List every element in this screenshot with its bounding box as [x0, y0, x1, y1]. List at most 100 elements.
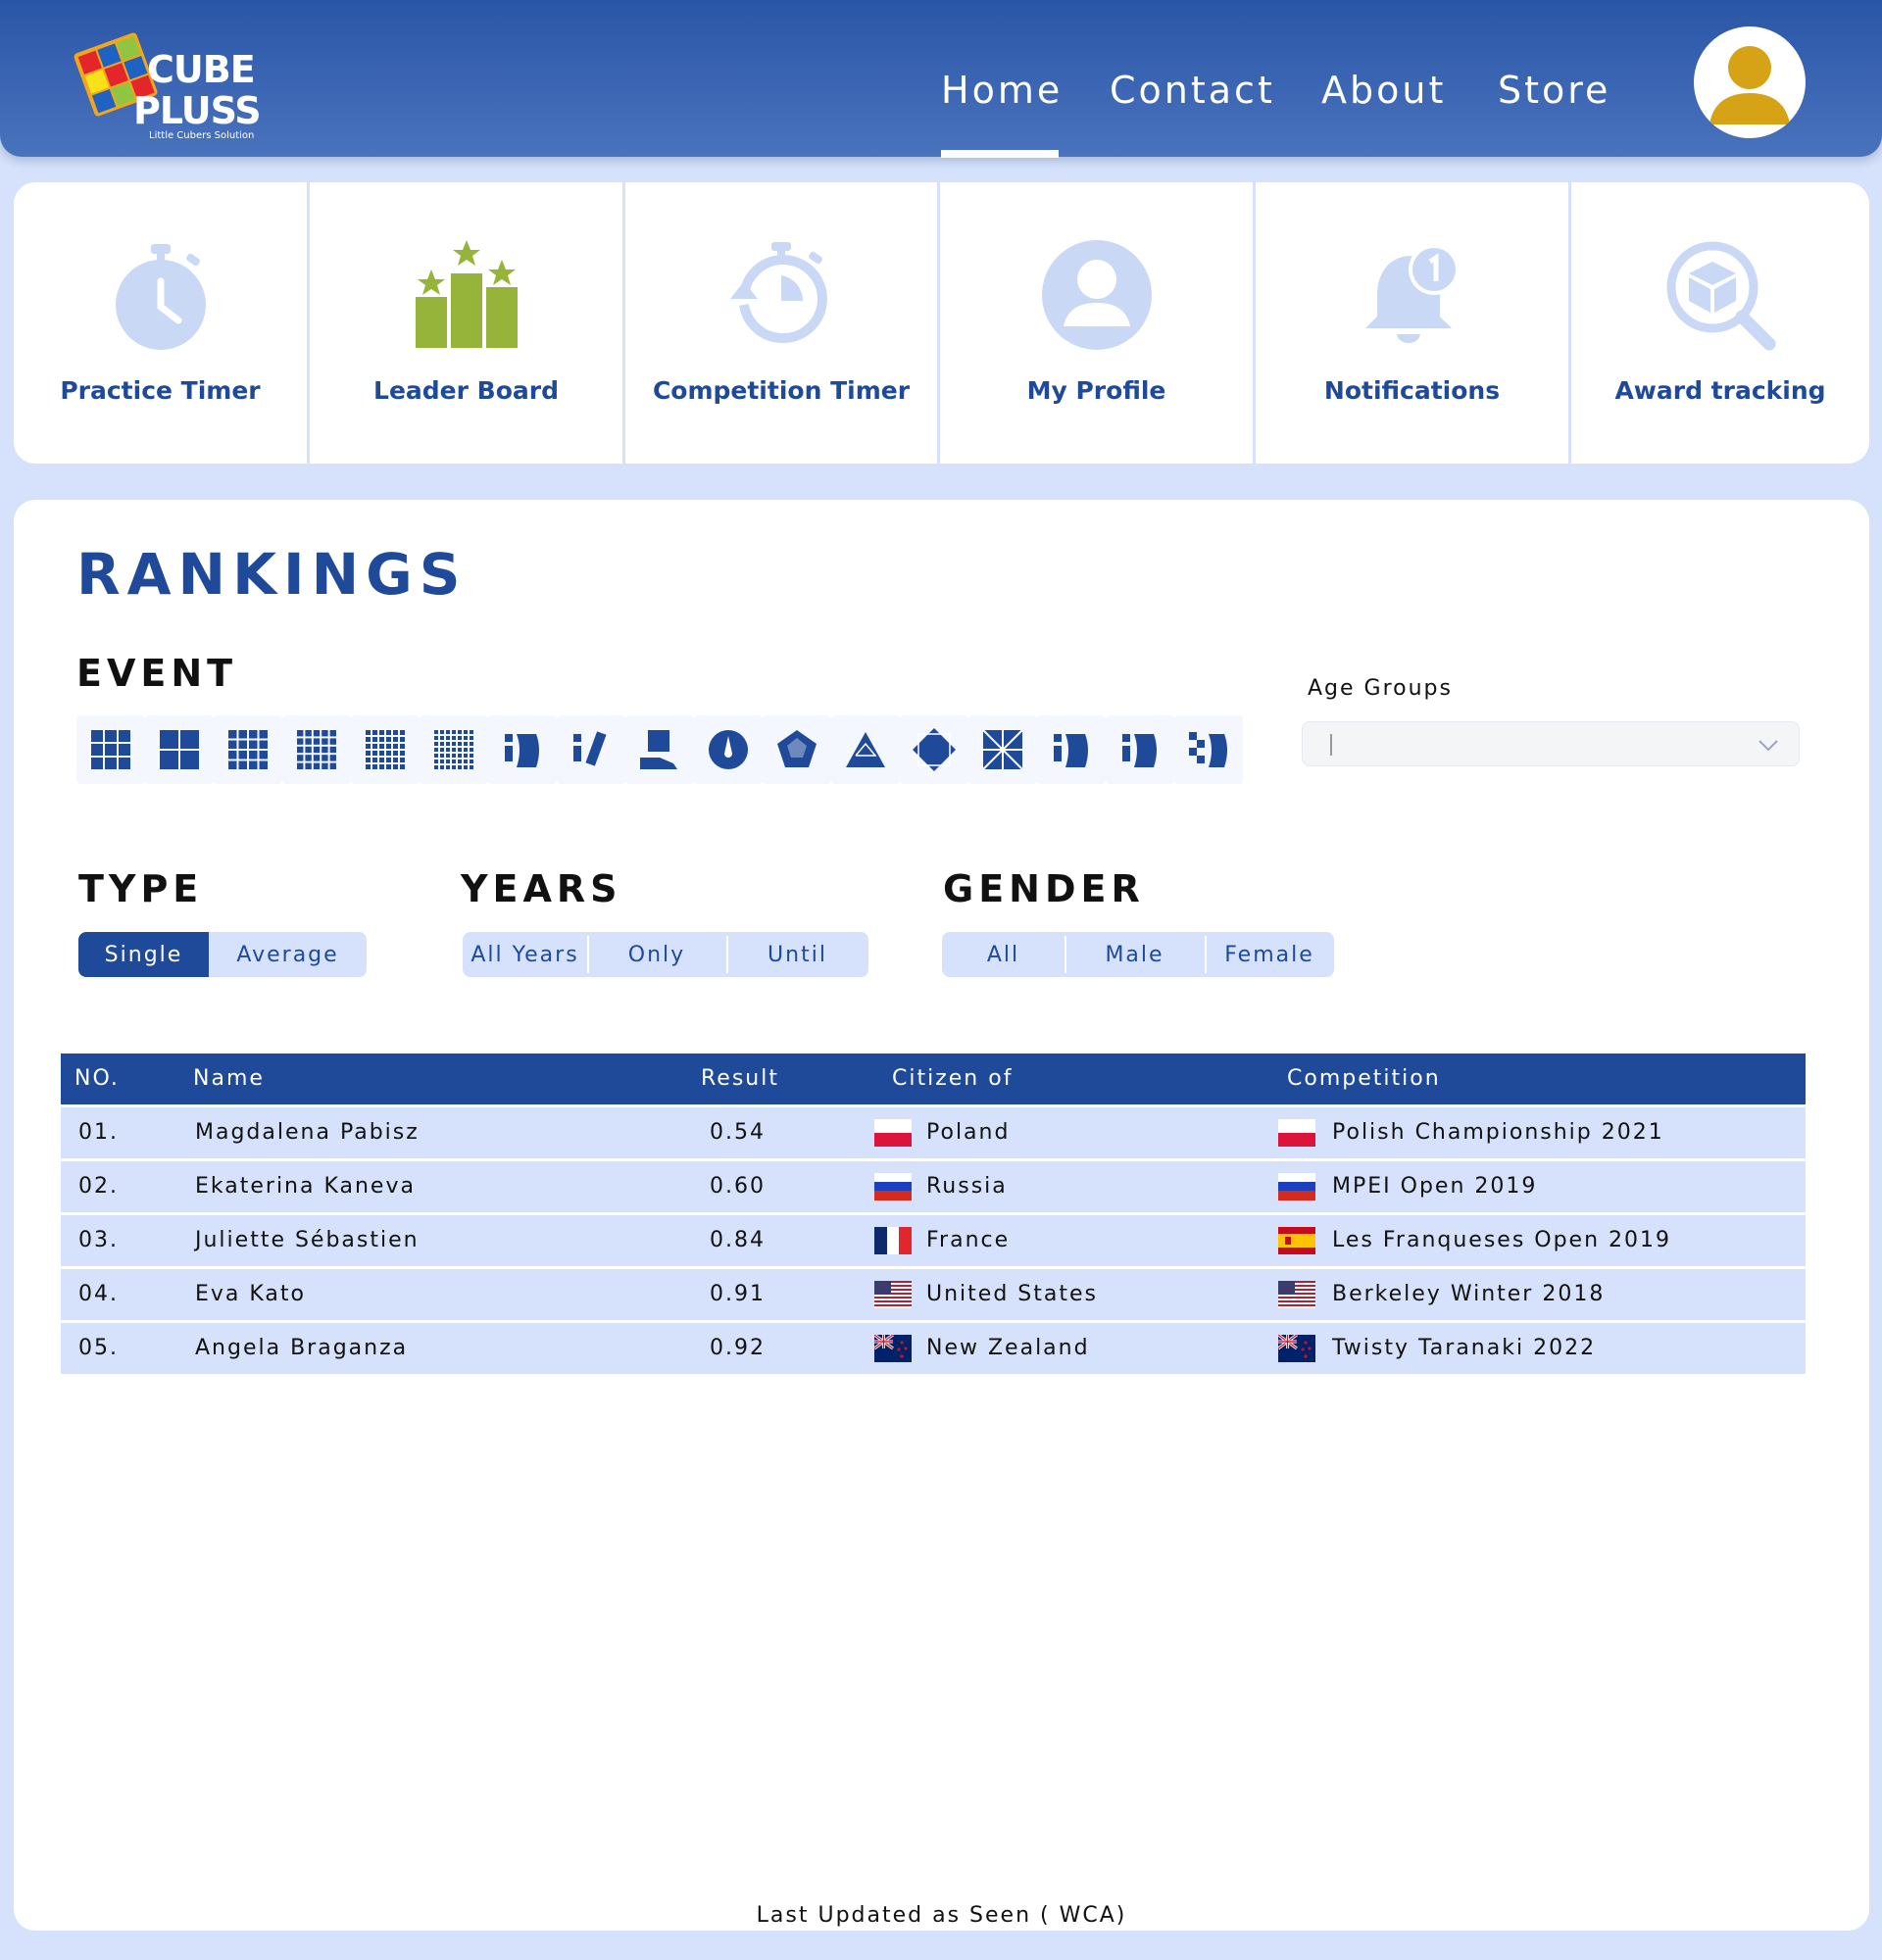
- table-row[interactable]: 05. Angela Braganza 0.92 New Zealand Twi…: [61, 1323, 1806, 1374]
- brand-line-1: CUBE: [147, 48, 256, 91]
- quick-access-tiles: Practice Timer Leader Board Competition …: [14, 182, 1869, 464]
- competitor-name[interactable]: Eva Kato: [195, 1269, 306, 1320]
- gender-toggle: All Male Female: [942, 932, 1334, 977]
- user-circle-icon: [1041, 240, 1152, 350]
- table-row[interactable]: 01. Magdalena Pabisz 0.54 Poland Polish …: [61, 1107, 1806, 1158]
- nav-active-indicator: [941, 150, 1059, 158]
- header-competition: Competition: [1287, 1066, 1441, 1091]
- table-row[interactable]: 02. Ekaterina Kaneva 0.60 Russia MPEI Op…: [61, 1161, 1806, 1212]
- table-row[interactable]: 03. Juliette Sébastien 0.84 France Les F…: [61, 1215, 1806, 1266]
- tile-award-tracking[interactable]: Award tracking: [1571, 182, 1869, 464]
- header-result: Result: [701, 1066, 779, 1091]
- event-selector: [76, 715, 1243, 784]
- tile-label: Practice Timer: [60, 376, 261, 405]
- event-7x7x7-icon[interactable]: [420, 715, 488, 784]
- poland-flag-icon: [1278, 1119, 1315, 1147]
- spain-flag-icon: [1278, 1227, 1315, 1254]
- citizen-country: Poland: [926, 1120, 1011, 1145]
- type-average-option[interactable]: Average: [209, 932, 367, 977]
- years-all-option[interactable]: All Years: [463, 932, 587, 977]
- citizen-country: New Zealand: [926, 1336, 1090, 1360]
- competition-name[interactable]: Polish Championship 2021: [1332, 1107, 1664, 1158]
- top-navigation-bar: CUBE PLUSS Little Cubers Solution Home C…: [0, 0, 1882, 158]
- page-title: RANKINGS: [76, 541, 468, 608]
- age-groups-select[interactable]: [1302, 721, 1800, 766]
- competitor-name[interactable]: Magdalena Pabisz: [195, 1107, 420, 1158]
- years-only-option[interactable]: Only: [587, 932, 726, 977]
- event-clock-icon[interactable]: [694, 715, 763, 784]
- tile-label: Leader Board: [373, 376, 559, 405]
- new-zealand-flag-icon: [874, 1335, 912, 1362]
- brand-logo[interactable]: CUBE PLUSS Little Cubers Solution: [69, 20, 284, 147]
- competitor-name[interactable]: Angela Braganza: [195, 1323, 408, 1374]
- nav-store[interactable]: Store: [1498, 69, 1610, 112]
- event-square-1-icon[interactable]: [968, 715, 1037, 784]
- gender-female-option[interactable]: Female: [1205, 932, 1334, 977]
- table-row[interactable]: 04. Eva Kato 0.91 United States Berkeley…: [61, 1269, 1806, 1320]
- podium-stars-icon: [415, 240, 518, 348]
- event-5x5x5-blindfolded-icon[interactable]: [1106, 715, 1174, 784]
- result-value: 0.84: [710, 1228, 766, 1252]
- event-3x3x3-fewest-moves-icon[interactable]: [557, 715, 625, 784]
- competition-name[interactable]: Twisty Taranaki 2022: [1332, 1323, 1596, 1374]
- usa-flag-icon: [874, 1281, 912, 1308]
- nav-home[interactable]: Home: [941, 69, 1063, 112]
- citizen-country: France: [926, 1228, 1011, 1252]
- event-3x3x3-icon[interactable]: [76, 715, 145, 784]
- event-4x4x4-blindfolded-icon[interactable]: [1037, 715, 1106, 784]
- brand-tagline: Little Cubers Solution: [149, 130, 255, 141]
- type-single-option[interactable]: Single: [78, 932, 209, 977]
- event-6x6x6-icon[interactable]: [351, 715, 420, 784]
- gender-label: GENDER: [943, 867, 1145, 910]
- usa-flag-icon: [1278, 1281, 1315, 1308]
- competition-name[interactable]: Berkeley Winter 2018: [1332, 1269, 1605, 1320]
- header-name: Name: [193, 1066, 265, 1091]
- event-pyraminx-icon[interactable]: [831, 715, 900, 784]
- tile-practice-timer[interactable]: Practice Timer: [14, 182, 310, 464]
- event-3x3x3-multi-blind-icon[interactable]: [1174, 715, 1243, 784]
- table-header: NO. Name Result Citizen of Competition: [61, 1054, 1806, 1104]
- competition-name[interactable]: MPEI Open 2019: [1332, 1161, 1537, 1212]
- user-avatar[interactable]: [1694, 26, 1806, 138]
- chevron-down-icon: [1758, 740, 1778, 752]
- event-2x2x2-icon[interactable]: [145, 715, 214, 784]
- competition-name[interactable]: Les Franqueses Open 2019: [1332, 1215, 1671, 1266]
- event-3x3x3-blindfolded-icon[interactable]: [488, 715, 557, 784]
- type-label: TYPE: [78, 867, 204, 910]
- tile-label: My Profile: [1026, 376, 1166, 405]
- competitor-name[interactable]: Juliette Sébastien: [195, 1215, 420, 1266]
- tile-notifications[interactable]: Notifications: [1256, 182, 1571, 464]
- nav-about[interactable]: About: [1321, 69, 1446, 112]
- tile-label: Competition Timer: [652, 376, 911, 405]
- rank-number: 03.: [78, 1228, 119, 1252]
- years-until-option[interactable]: Until: [726, 932, 868, 977]
- event-label: EVENT: [76, 652, 238, 695]
- russia-flag-icon: [874, 1173, 912, 1200]
- event-4x4x4-icon[interactable]: [214, 715, 282, 784]
- tile-label: Notifications: [1323, 376, 1501, 405]
- tile-competition-timer[interactable]: Competition Timer: [625, 182, 940, 464]
- france-flag-icon: [874, 1227, 912, 1254]
- years-toggle: All Years Only Until: [463, 932, 868, 977]
- text-cursor: [1330, 734, 1332, 756]
- rankings-table: NO. Name Result Citizen of Competition 0…: [61, 1054, 1806, 1374]
- nav-contact[interactable]: Contact: [1110, 69, 1275, 112]
- gender-male-option[interactable]: Male: [1065, 932, 1205, 977]
- type-toggle: Single Average: [78, 932, 367, 977]
- event-5x5x5-icon[interactable]: [282, 715, 351, 784]
- event-skewb-icon[interactable]: [900, 715, 968, 784]
- gender-all-option[interactable]: All: [942, 932, 1065, 977]
- years-label: YEARS: [461, 867, 622, 910]
- header-citizen: Citizen of: [892, 1066, 1014, 1091]
- brand-line-2: PLUSS: [133, 89, 262, 132]
- timer-refresh-icon: [730, 242, 827, 344]
- competitor-name[interactable]: Ekaterina Kaneva: [195, 1161, 416, 1212]
- brand-wordmark: CUBE PLUSS: [133, 48, 262, 131]
- result-value: 0.54: [710, 1120, 766, 1145]
- stopwatch-icon: [115, 244, 206, 350]
- tile-my-profile[interactable]: My Profile: [940, 182, 1256, 464]
- event-megaminx-icon[interactable]: [763, 715, 831, 784]
- tile-leader-board[interactable]: Leader Board: [310, 182, 625, 464]
- event-3x3x3-one-handed-icon[interactable]: [625, 715, 694, 784]
- age-groups-label: Age Groups: [1308, 676, 1453, 701]
